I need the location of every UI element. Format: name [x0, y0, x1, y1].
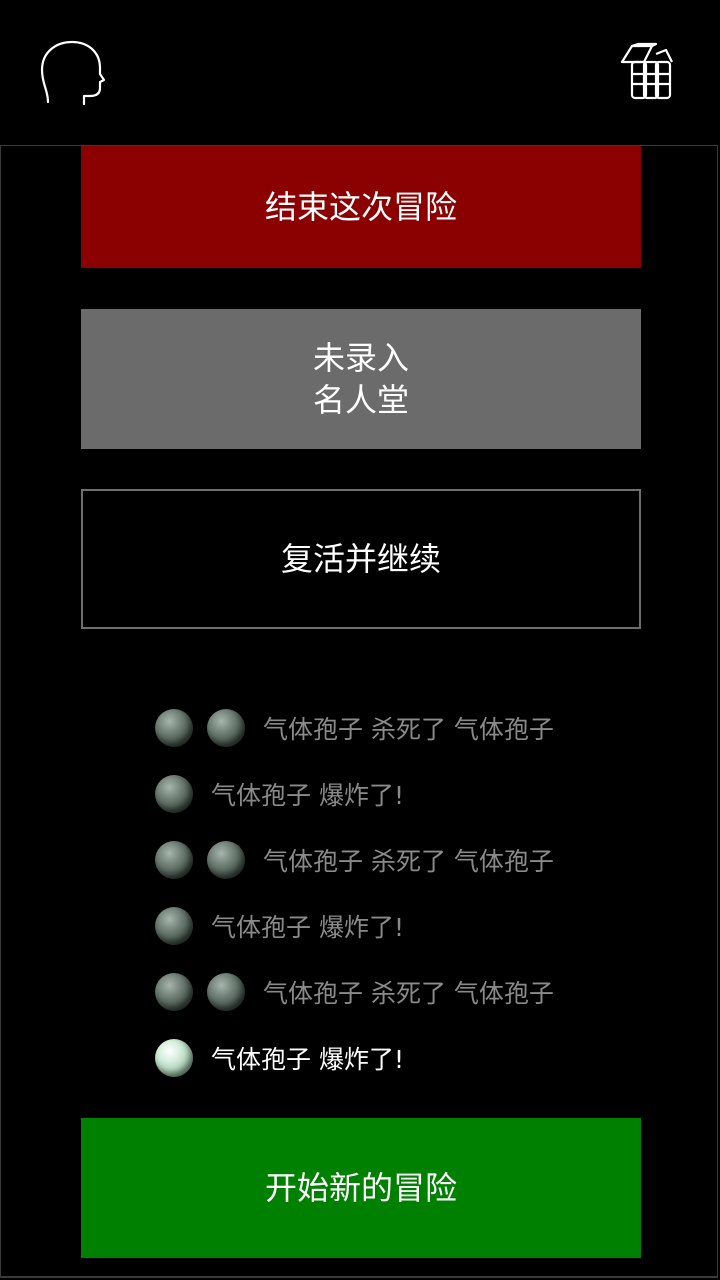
- head-silhouette-icon[interactable]: [38, 38, 106, 108]
- new-adventure-button[interactable]: 开始新的冒险: [81, 1118, 641, 1258]
- gas-spore-icon: [155, 841, 193, 879]
- revive-continue-button[interactable]: 复活并继续: [81, 489, 641, 629]
- gas-spore-icon: [207, 841, 245, 879]
- gas-spore-icon: [207, 973, 245, 1011]
- inventory-scroll-icon[interactable]: [618, 40, 680, 104]
- gas-spore-icon: [155, 973, 193, 1011]
- gas-spore-icon: [155, 1039, 193, 1077]
- log-entry: 气体孢子 杀死了 气体孢子: [155, 708, 554, 748]
- top-bar: [0, 0, 720, 145]
- log-text: 气体孢子 杀死了 气体孢子: [263, 847, 554, 876]
- log-text: 气体孢子 爆炸了!: [211, 781, 404, 810]
- gas-spore-icon: [155, 907, 193, 945]
- log-text: 气体孢子 杀死了 气体孢子: [263, 715, 554, 744]
- hall-of-fame-button[interactable]: 未录入 名人堂: [81, 309, 641, 449]
- end-adventure-button[interactable]: 结束这次冒险: [81, 146, 641, 268]
- log-text: 气体孢子 杀死了 气体孢子: [263, 979, 554, 1008]
- gas-spore-icon: [207, 709, 245, 747]
- log-entry: 气体孢子 杀死了 气体孢子: [155, 840, 554, 880]
- log-entry: 气体孢子 爆炸了!: [155, 774, 404, 814]
- log-entry: 气体孢子 爆炸了!: [155, 906, 404, 946]
- log-entry-latest: 气体孢子 爆炸了!: [155, 1038, 404, 1078]
- death-menu-panel: 结束这次冒险 未录入 名人堂 复活并继续 气体孢子 杀死了 气体孢子 气体孢子 …: [0, 145, 718, 1278]
- log-entry: 气体孢子 杀死了 气体孢子: [155, 972, 554, 1012]
- gas-spore-icon: [155, 775, 193, 813]
- gas-spore-icon: [155, 709, 193, 747]
- log-text: 气体孢子 爆炸了!: [211, 913, 404, 942]
- log-text: 气体孢子 爆炸了!: [211, 1045, 404, 1074]
